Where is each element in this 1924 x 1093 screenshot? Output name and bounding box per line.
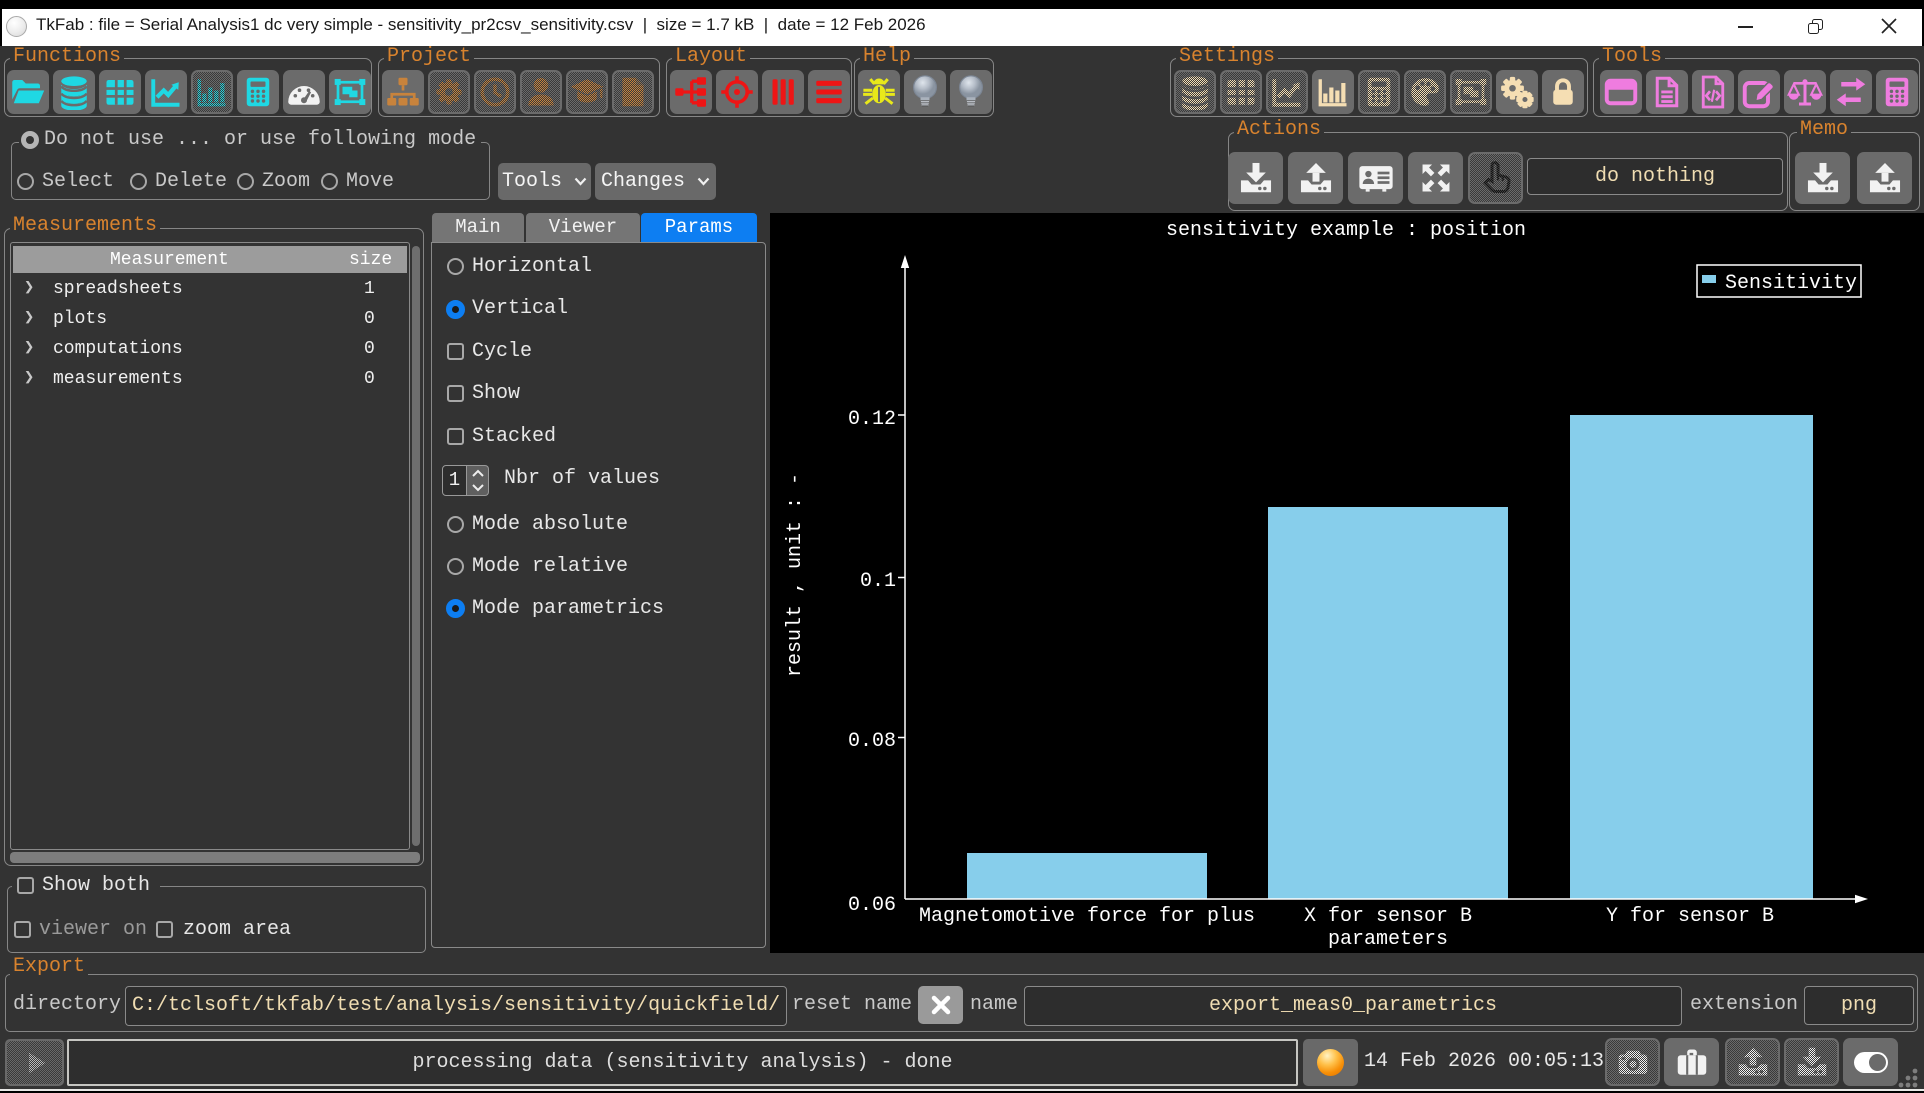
svg-text:sensitivity example : position: sensitivity example : position	[1166, 219, 1526, 242]
svg-text:Y for sensor B: Y for sensor B	[1606, 905, 1774, 928]
svg-text:Sensitivity: Sensitivity	[1725, 272, 1857, 295]
svg-text:0.1: 0.1	[860, 570, 896, 593]
svg-text:result , unit : -: result , unit : -	[784, 473, 807, 677]
svg-text:0.12: 0.12	[848, 408, 896, 431]
svg-text:parameters: parameters	[1328, 928, 1448, 951]
svg-text:Magnetomotive force for plus: Magnetomotive force for plus	[919, 905, 1255, 928]
svg-text:X for sensor B: X for sensor B	[1304, 905, 1472, 928]
svg-text:0.08: 0.08	[848, 730, 896, 753]
svg-text:0.06: 0.06	[848, 894, 896, 917]
